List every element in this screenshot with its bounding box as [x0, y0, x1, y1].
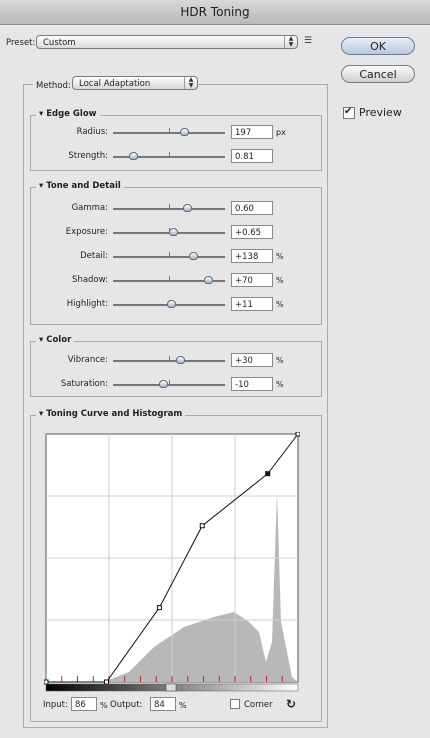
slider-label: Exposure: — [65, 227, 108, 237]
curve-point[interactable] — [103, 679, 109, 685]
value-field[interactable]: 0.60 — [231, 201, 273, 215]
slider-label: Gamma: — [71, 203, 108, 213]
slider-center-tick — [169, 204, 170, 209]
preset-value: Custom — [43, 38, 76, 48]
corner-label: Corner — [244, 700, 273, 710]
toning-curve-graph[interactable] — [44, 432, 300, 694]
slider-label: Shadow: — [72, 275, 108, 285]
input-field[interactable]: 86 — [71, 697, 97, 711]
slider-thumb[interactable] — [176, 356, 186, 364]
method-label: Method: — [33, 81, 74, 91]
slider-center-tick — [169, 356, 170, 361]
slider-center-tick — [169, 276, 170, 281]
slider-label: Vibrance: — [67, 355, 108, 365]
slider-label: Highlight: — [66, 299, 108, 309]
curve-point[interactable] — [156, 605, 162, 611]
preset-label: Preset: — [6, 38, 36, 48]
slider[interactable] — [113, 276, 225, 286]
slider-label: Radius: — [76, 127, 108, 137]
preview-checkbox[interactable]: ✔ — [343, 107, 355, 119]
slider[interactable] — [113, 380, 225, 390]
slider[interactable] — [113, 152, 225, 162]
slider-center-tick — [169, 128, 170, 133]
slider-center-tick — [169, 152, 170, 157]
slider-label: Saturation: — [60, 379, 108, 389]
ok-button[interactable]: OK — [341, 37, 415, 55]
value-field[interactable]: +0.65 — [231, 225, 273, 239]
value-unit: % — [276, 356, 284, 365]
slider-thumb[interactable] — [167, 300, 177, 308]
value-field[interactable]: -10 — [231, 377, 273, 391]
value-unit: px — [276, 128, 286, 137]
slider[interactable] — [113, 204, 225, 214]
curve-point[interactable] — [44, 679, 49, 685]
gradient-slider-handle — [165, 683, 177, 692]
slider-thumb[interactable] — [129, 152, 139, 160]
slider-thumb[interactable] — [159, 380, 169, 388]
preset-options-icon[interactable]: ☰ — [304, 36, 318, 48]
method-value: Local Adaptation — [79, 79, 151, 89]
value-unit: % — [276, 252, 284, 261]
input-unit: % — [100, 701, 108, 710]
hdr-toning-dialog: HDR Toning Preset: Custom ▲ ▼ ☰ OK Cancel… — [0, 0, 430, 738]
value-field[interactable]: +138 — [231, 249, 273, 263]
slider[interactable] — [113, 252, 225, 262]
value-field[interactable]: 0.81 — [231, 149, 273, 163]
window-title: HDR Toning — [0, 0, 430, 25]
slider-label: Detail: — [80, 251, 108, 261]
slider-thumb[interactable] — [179, 128, 189, 136]
preview-label: Preview — [359, 106, 402, 119]
slider-thumb[interactable] — [182, 204, 192, 212]
slider-thumb[interactable] — [188, 252, 198, 260]
checkmark-icon: ✔ — [344, 106, 353, 117]
preset-select[interactable]: Custom ▲ ▼ — [36, 35, 298, 49]
output-field[interactable]: 84 — [150, 697, 176, 711]
slider[interactable] — [113, 300, 225, 310]
value-field[interactable]: +70 — [231, 273, 273, 287]
output-unit: % — [179, 701, 187, 710]
value-unit: % — [276, 276, 284, 285]
curve-point[interactable] — [265, 471, 271, 477]
slider-thumb[interactable] — [169, 228, 179, 236]
method-select[interactable]: Local Adaptation ▲ ▼ — [72, 76, 198, 90]
chevron-updown-icon: ▲ ▼ — [284, 36, 297, 48]
value-field[interactable]: 197 — [231, 125, 273, 139]
slider-center-tick — [169, 380, 170, 385]
tone-detail-header[interactable]: ▾ Tone and Detail — [36, 181, 124, 191]
slider-thumb[interactable] — [204, 276, 214, 284]
value-unit: % — [276, 380, 284, 389]
curve-point[interactable] — [295, 432, 300, 437]
output-label: Output: — [110, 700, 143, 710]
cancel-button[interactable]: Cancel — [341, 65, 415, 83]
edge-glow-group — [30, 115, 322, 171]
value-field[interactable]: +11 — [231, 297, 273, 311]
slider-label: Strength: — [68, 151, 108, 161]
slider[interactable] — [113, 228, 225, 238]
color-header[interactable]: ▾ Color — [36, 335, 75, 345]
curve-header[interactable]: ▾ Toning Curve and Histogram — [36, 409, 186, 419]
curve-point[interactable] — [199, 523, 205, 529]
value-field[interactable]: +30 — [231, 353, 273, 367]
edge-glow-header[interactable]: ▾ Edge Glow — [36, 109, 100, 119]
value-unit: % — [276, 300, 284, 309]
slider[interactable] — [113, 128, 225, 138]
reset-curve-icon[interactable]: ↻ — [286, 697, 296, 711]
slider[interactable] — [113, 356, 225, 366]
slider-center-tick — [169, 252, 170, 257]
corner-checkbox[interactable] — [230, 699, 240, 709]
chevron-updown-icon: ▲ ▼ — [184, 77, 197, 89]
input-label: Input: — [43, 700, 68, 710]
